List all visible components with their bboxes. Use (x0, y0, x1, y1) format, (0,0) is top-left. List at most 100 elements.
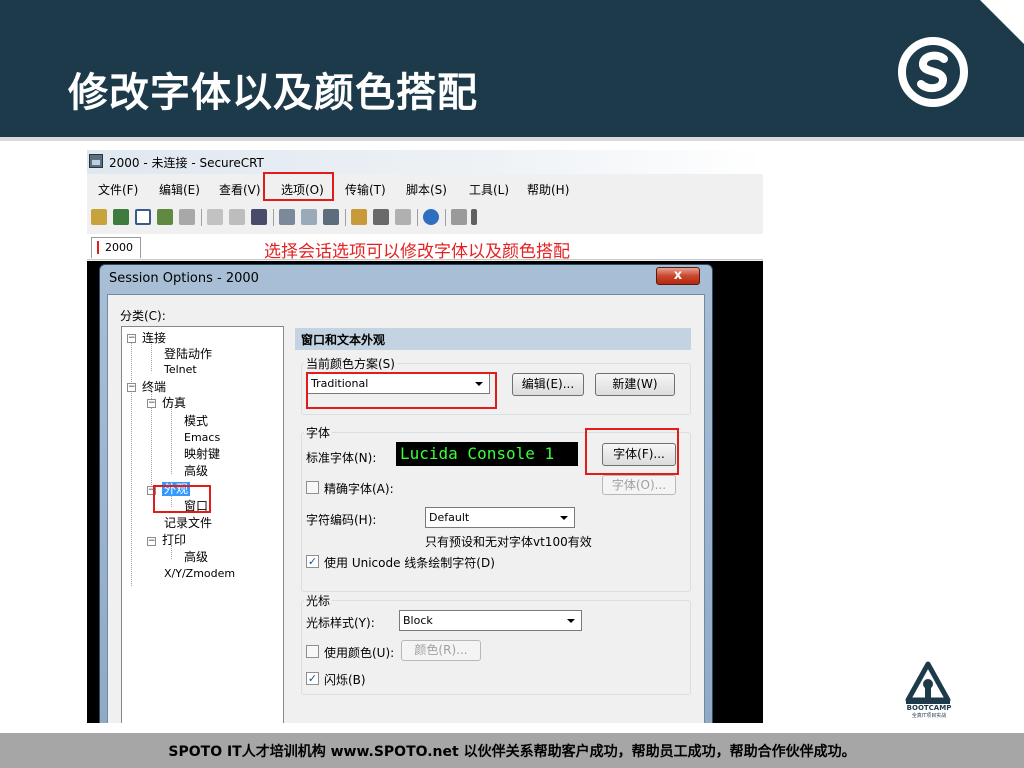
tree-item-connection[interactable]: 连接 (142, 331, 166, 345)
tree-item-window[interactable]: 窗口 (184, 499, 208, 513)
dialog-body: 分类(C): − 连接 登陆动作 Telnet − 终端 − 仿真 模式 Ema… (107, 294, 705, 723)
toolbar-overflow-icon[interactable] (471, 209, 477, 225)
menu-file[interactable]: 文件(F) (98, 181, 138, 198)
session-options-icon[interactable] (351, 209, 367, 225)
menu-view[interactable]: 查看(V) (219, 181, 261, 198)
menubar: 文件(F) 编辑(E) 查看(V) 选项(O) 传输(T) 脚本(S) 工具(L… (87, 176, 763, 200)
precise-font-button[interactable]: 字体(O)... (602, 475, 676, 495)
blink-label: 闪烁(B) (324, 673, 366, 687)
toolbar-separator (345, 209, 346, 226)
toolbar-separator (201, 209, 202, 226)
tree-item-emulation-advanced[interactable]: 高级 (184, 464, 208, 478)
unicode-line-checkbox[interactable]: ✓ (306, 555, 319, 568)
quick-connect-icon[interactable] (113, 209, 129, 225)
tree-item-printing[interactable]: 打印 (162, 533, 186, 547)
footer-text: SPOTO IT人才培训机构 www.SPOTO.net 以伙伴关系帮助客户成功… (168, 744, 856, 760)
disconnect-icon[interactable] (179, 209, 195, 225)
toolbar-separator (273, 209, 274, 226)
menu-edit[interactable]: 编辑(E) (159, 181, 200, 198)
cursor-color-button[interactable]: 颜色(R)... (401, 640, 481, 661)
edit-scheme-button[interactable]: 编辑(E)... (512, 373, 584, 396)
encoding-value: Default (429, 511, 470, 524)
precise-font-checkbox[interactable] (306, 481, 319, 494)
tree-line (131, 341, 132, 586)
header-divider (0, 137, 1024, 141)
encoding-label: 字符编码(H): (306, 513, 377, 527)
print-icon[interactable] (279, 209, 295, 225)
close-button[interactable]: x (656, 267, 700, 285)
encoding-select[interactable]: Default (425, 507, 575, 528)
tree-item-emulation[interactable]: 仿真 (162, 396, 186, 410)
panel-header: 窗口和文本外观 (295, 328, 691, 350)
tree-item-telnet[interactable]: Telnet (164, 363, 197, 377)
menu-tools[interactable]: 工具(L) (469, 181, 509, 198)
tree-collapse-icon[interactable]: − (147, 486, 156, 495)
tree-item-xyzmodem[interactable]: X/Y/Zmodem (164, 567, 235, 581)
color-scheme-label: 当前颜色方案(S) (304, 355, 397, 372)
bootcamp-logo-subtext: 全真IT项目实战 (911, 713, 947, 719)
paste-icon[interactable] (229, 209, 245, 225)
copy-icon[interactable] (207, 209, 223, 225)
app-title: 2000 - 未连接 - SecureCRT (109, 156, 264, 170)
use-color-checkbox[interactable] (306, 645, 319, 658)
tree-item-appearance[interactable]: 外观 (162, 482, 191, 496)
dialog-title: Session Options - 2000 (109, 271, 259, 286)
keymap-icon[interactable] (395, 209, 411, 225)
tree-item-terminal[interactable]: 终端 (142, 380, 166, 394)
session-tab-label: 2000 (105, 241, 133, 254)
unicode-line-label: 使用 Unicode 线条绘制字符(D) (324, 556, 495, 570)
new-scheme-button[interactable]: 新建(W) (595, 373, 675, 396)
tree-collapse-icon[interactable]: − (147, 537, 156, 546)
connect-icon[interactable] (91, 209, 107, 225)
blink-checkbox[interactable]: ✓ (306, 672, 319, 685)
find-icon[interactable] (251, 209, 267, 225)
toolbar-separator (445, 209, 446, 226)
encoding-hint: 只有预设和无对字体vt100有效 (425, 535, 592, 549)
category-tree[interactable]: − 连接 登陆动作 Telnet − 终端 − 仿真 模式 Emacs 映射键 … (121, 326, 284, 723)
precise-font-label: 精确字体(A): (324, 482, 394, 496)
cursor-style-label: 光标样式(Y): (306, 616, 375, 630)
tree-collapse-icon[interactable]: − (127, 334, 136, 343)
color-scheme-select[interactable]: Traditional (307, 373, 490, 394)
app-titlebar: 2000 - 未连接 - SecureCRT (87, 150, 763, 174)
help-icon[interactable] (423, 209, 439, 225)
cursor-style-select[interactable]: Block (399, 610, 582, 631)
reconnect-icon[interactable] (157, 209, 173, 225)
toolbar (87, 206, 763, 230)
global-options-icon[interactable] (373, 209, 389, 225)
tree-line (151, 341, 152, 371)
use-color-label: 使用颜色(U): (324, 646, 395, 660)
chevron-down-icon (560, 516, 568, 520)
chevron-down-icon (567, 619, 575, 623)
bootcamp-logo-text: BOOTCAMP (906, 704, 952, 712)
chevron-down-icon (475, 382, 483, 386)
tree-item-log-file[interactable]: 记录文件 (164, 516, 212, 530)
annotation-text: 选择会话选项可以修改字体以及颜色搭配 (264, 242, 570, 262)
connect-tab-icon[interactable] (135, 209, 151, 225)
tree-collapse-icon[interactable]: − (127, 383, 136, 392)
menu-options[interactable]: 选项(O) (281, 181, 324, 198)
tree-item-logon-actions[interactable]: 登陆动作 (164, 347, 212, 361)
cursor-group-label: 光标 (304, 592, 333, 609)
tree-item-emacs[interactable]: Emacs (184, 431, 220, 445)
session-options-dialog: Session Options - 2000 x 分类(C): − 连接 登陆动… (99, 264, 713, 723)
session-tab[interactable]: 2000 (91, 237, 141, 258)
printer-setup-icon[interactable] (323, 209, 339, 225)
menu-help[interactable]: 帮助(H) (527, 181, 569, 198)
tab-status-marker (97, 241, 99, 254)
cursor-style-value: Block (403, 614, 433, 627)
tree-item-printing-advanced[interactable]: 高级 (184, 550, 208, 564)
keypad-icon[interactable] (451, 209, 467, 225)
tree-line (171, 545, 172, 559)
corner-fold (980, 0, 1024, 44)
category-label: 分类(C): (120, 309, 166, 323)
tree-line (171, 404, 172, 474)
tree-item-modes[interactable]: 模式 (184, 414, 208, 428)
font-button[interactable]: 字体(F)... (602, 443, 676, 466)
menu-transfer[interactable]: 传输(T) (345, 181, 386, 198)
tree-collapse-icon[interactable]: − (147, 399, 156, 408)
securecrt-window: 2000 - 未连接 - SecureCRT 文件(F) 编辑(E) 查看(V)… (87, 150, 763, 723)
tree-item-mapped-keys[interactable]: 映射键 (184, 447, 220, 461)
print-selection-icon[interactable] (301, 209, 317, 225)
menu-script[interactable]: 脚本(S) (406, 181, 447, 198)
